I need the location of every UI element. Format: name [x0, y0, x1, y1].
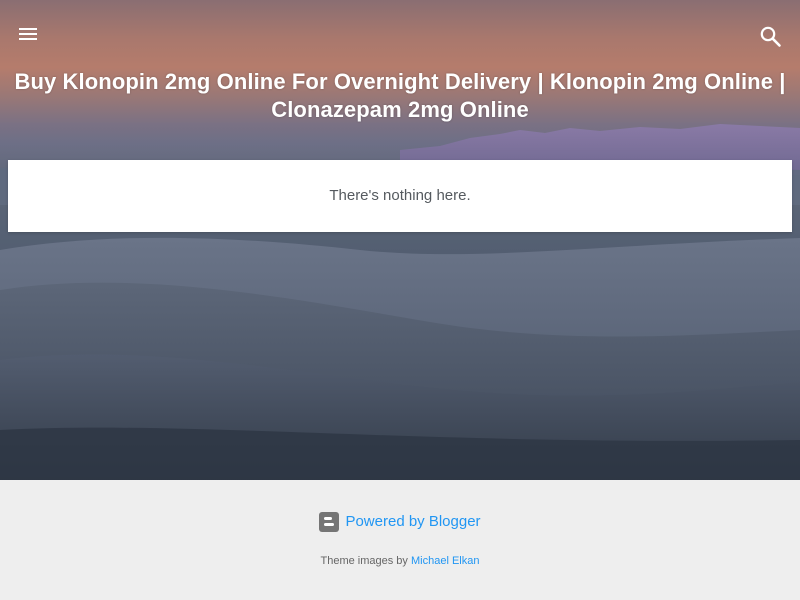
powered-by: Powered by Blogger [0, 512, 800, 538]
powered-by-blogger-link[interactable]: Powered by Blogger [319, 512, 481, 532]
theme-credit: Theme images by Michael Elkan [0, 554, 800, 568]
blog-title[interactable]: Buy Klonopin 2mg Online For Overnight De… [10, 68, 790, 124]
main-content-card: There's nothing here. [8, 160, 792, 232]
theme-images-prefix: Theme images by [320, 555, 408, 567]
empty-posts-message: There's nothing here. [329, 187, 471, 204]
hamburger-menu-icon[interactable] [12, 22, 44, 48]
header-hero: Buy Klonopin 2mg Online For Overnight De… [0, 0, 800, 480]
footer: Powered by Blogger Theme images by Micha… [0, 480, 800, 600]
search-icon[interactable] [758, 24, 784, 50]
theme-author-link[interactable]: Michael Elkan [411, 555, 479, 567]
blogger-logo-icon [319, 512, 340, 532]
powered-by-label: Powered by Blogger [345, 513, 481, 530]
